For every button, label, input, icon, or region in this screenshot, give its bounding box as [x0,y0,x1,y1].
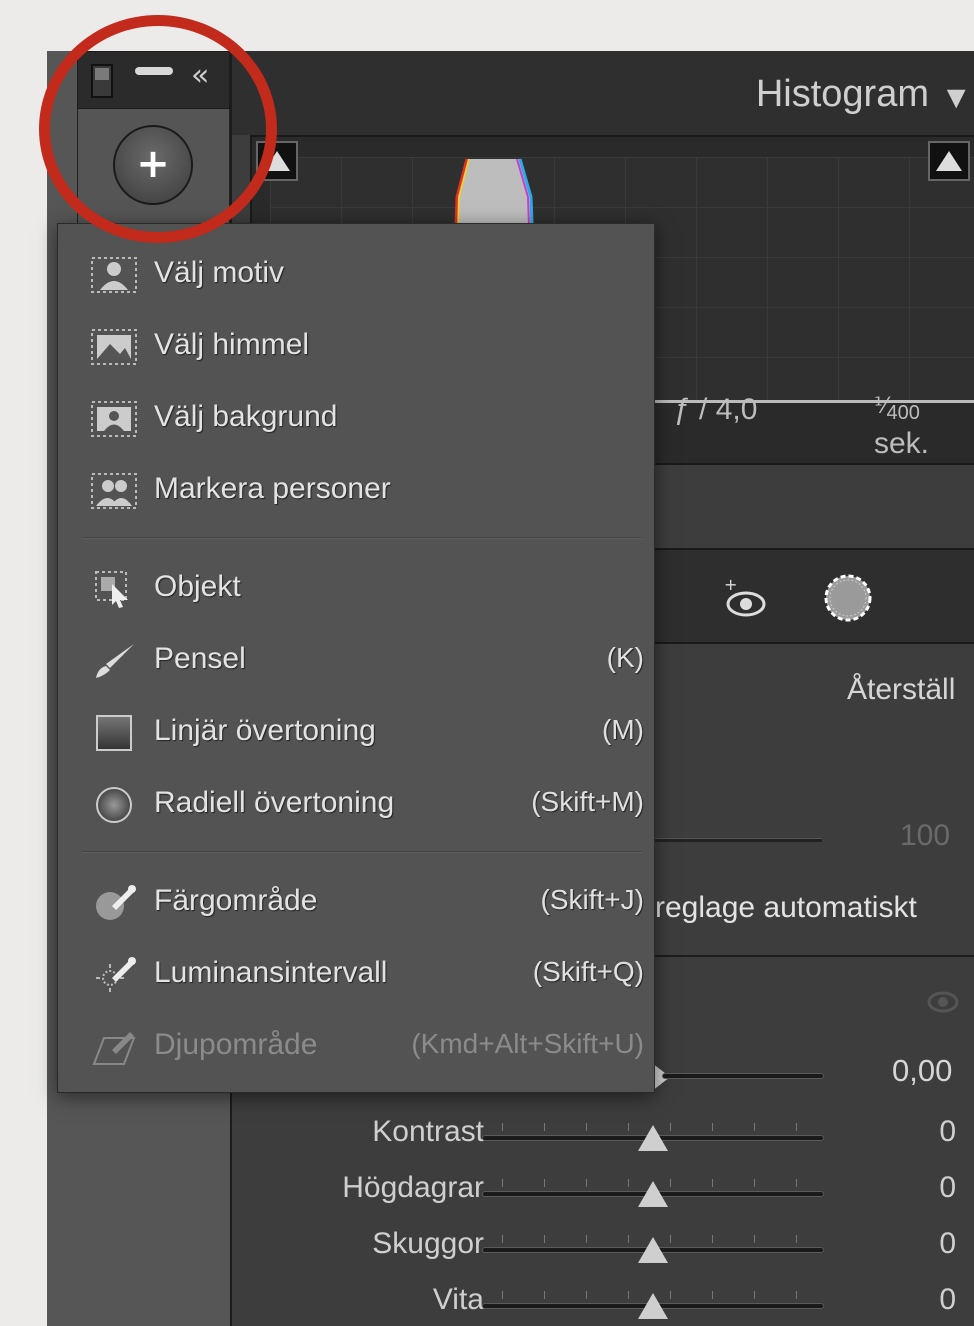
menu-item-shortcut: (Skift+M) [531,786,644,817]
menu-item-label: Linjär övertoning [154,714,376,747]
person-select-icon [91,257,137,293]
aperture-readout: ƒ / 4,0 [674,393,758,426]
shutter-fraction-mark: ⅟ [874,393,887,418]
highlight-clipping-button[interactable] [928,141,970,181]
menu-item-color-range[interactable]: Färgområde (Skift+J) [58,870,656,930]
menu-item-linear-gradient[interactable]: Linjär övertoning (M) [58,700,656,760]
amount-value: 100 [900,819,951,852]
adjustment-row-vita: Vita 0 [232,1279,974,1326]
menu-item-label: Djupområde [154,1028,318,1061]
menu-item-depth-range: Djupområde (Kmd+Alt+Skift+U) [58,1014,656,1074]
panel-collapse-triangle-icon[interactable]: ▼ [940,79,972,116]
selection-overlay-icon[interactable] [822,572,874,624]
adjustment-row-hogdagrar: Högdagrar 0 [232,1167,974,1217]
brush-icon [96,644,134,678]
menu-separator [82,851,642,853]
menu-item-select-background[interactable]: Välj bakgrund [58,386,656,446]
depth-range-icon [92,1032,136,1065]
histogram-title: Histogram [755,73,929,115]
adjustment-label: Högdagrar [342,1171,484,1204]
menu-item-shortcut: (Kmd+Alt+Skift+U) [411,1028,644,1059]
menu-item-luminance-range[interactable]: Luminansintervall (Skift+Q) [58,942,656,1002]
shutter-readout: ⅟400 sek. [874,393,974,461]
svg-text:+: + [724,576,737,594]
adjustment-value[interactable]: 0 [939,1115,956,1149]
auto-slider-label[interactable]: reglage automatiskt [655,891,917,925]
linear-gradient-icon [96,715,132,751]
radial-gradient-icon [96,787,132,823]
menu-item-label: Luminansintervall [154,956,388,989]
menu-separator [82,537,642,539]
menu-item-shortcut: (Skift+Q) [532,956,644,987]
menu-item-label: Markera personer [154,472,391,505]
background-select-icon [91,401,137,437]
annotation-highlight-circle [39,15,277,243]
menu-item-brush[interactable]: Pensel (K) [58,628,656,688]
menu-item-label: Färgområde [154,884,318,917]
adjustment-label: Kontrast [372,1115,484,1148]
menu-item-label: Välj bakgrund [154,400,338,433]
color-range-icon [96,885,136,920]
adjustment-label: Vita [432,1283,484,1316]
adjustment-value[interactable]: 0 [939,1283,956,1317]
menu-item-select-sky[interactable]: Välj himmel [58,314,656,374]
object-select-icon [95,571,128,608]
menu-item-label: Objekt [154,570,241,603]
adjustment-row-skuggor: Skuggor 0 [232,1223,974,1273]
people-select-icon [91,473,137,509]
slider-thumb[interactable] [638,1293,668,1319]
slider-thumb[interactable] [638,1125,668,1151]
amount-slider[interactable] [652,838,822,842]
menu-item-object[interactable]: Objekt [58,556,656,616]
slider-thumb[interactable] [638,1237,668,1263]
reset-button[interactable]: Återställ [847,673,955,707]
adjustment-label: Skuggor [372,1227,484,1260]
exposure-value[interactable]: 0,00 [892,1053,952,1089]
menu-item-label: Radiell övertoning [154,786,395,819]
adjustment-value[interactable]: 0 [939,1227,956,1261]
slider-thumb[interactable] [638,1181,668,1207]
visibility-eye-icon[interactable] [927,991,959,1013]
sky-select-icon [91,329,137,365]
luminance-range-icon [96,957,136,992]
shutter-denominator: 400 [886,402,920,424]
histogram-header[interactable]: Histogram ▼ [232,51,974,135]
menu-item-label: Välj motiv [154,256,285,289]
menu-item-label: Välj himmel [154,328,310,361]
menu-item-radial-gradient[interactable]: Radiell övertoning (Skift+M) [58,772,656,832]
adjustment-value[interactable]: 0 [939,1171,956,1205]
create-mask-menu: Välj motiv Välj himmel Välj bakgrund Mar… [57,223,655,1093]
menu-item-shortcut: (M) [602,714,644,745]
exposure-slider[interactable] [662,1073,824,1079]
shutter-unit: sek. [874,427,930,460]
show-overlay-eye-icon[interactable]: + [722,576,766,620]
menu-item-shortcut: (Skift+J) [540,884,644,915]
menu-item-select-people[interactable]: Markera personer [58,458,656,518]
adjustment-row-kontrast: Kontrast 0 [232,1111,974,1161]
menu-item-shortcut: (K) [606,642,644,673]
menu-item-label: Pensel [154,642,246,675]
menu-item-select-subject[interactable]: Välj motiv [58,242,656,302]
